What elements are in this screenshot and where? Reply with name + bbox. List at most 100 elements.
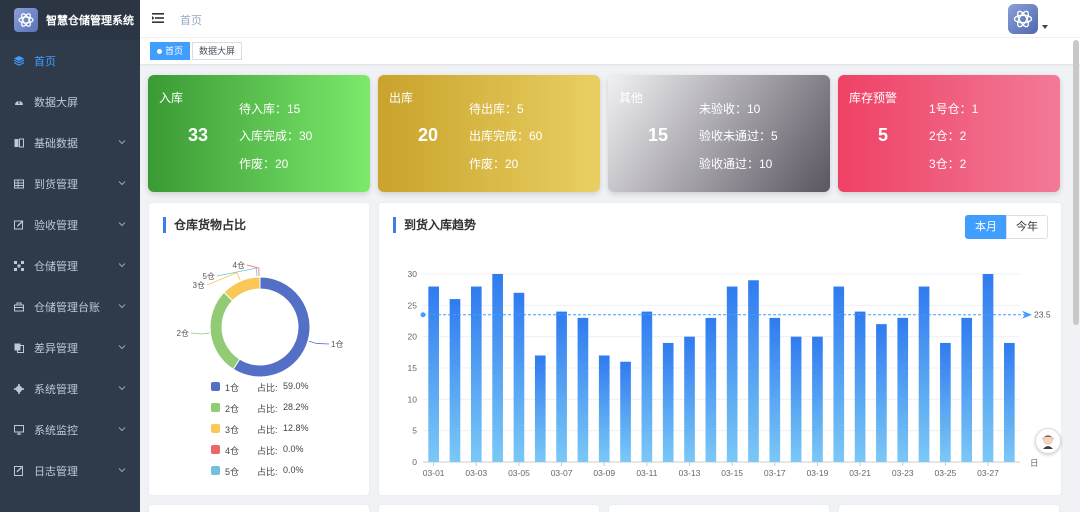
tag-data-screen[interactable]: 数据大屏 bbox=[192, 42, 243, 60]
bar[interactable] bbox=[449, 299, 461, 462]
tag-home[interactable]: 首页 bbox=[150, 42, 191, 60]
stat-card-0[interactable]: 入库 33 待入库：15 入库完成：30 作废：20 bbox=[148, 75, 370, 192]
sidebar-item-8[interactable]: 系统管理 bbox=[0, 368, 140, 409]
gear-icon bbox=[14, 383, 24, 394]
stat-card-3[interactable]: 库存预警 5 1号仓：1 2仓：2 3仓：2 bbox=[838, 75, 1060, 192]
bar[interactable] bbox=[748, 280, 759, 462]
bar[interactable] bbox=[470, 286, 482, 462]
sidebar-item-label: 到货管理 bbox=[34, 178, 78, 191]
bar[interactable] bbox=[641, 311, 653, 462]
sidebar-item-label: 验收管理 bbox=[34, 219, 78, 232]
bar[interactable] bbox=[961, 317, 973, 462]
active-dot-icon bbox=[157, 49, 162, 55]
pie-slice[interactable] bbox=[223, 276, 261, 302]
legend-ratio-label: 占比: bbox=[257, 383, 278, 393]
bar[interactable] bbox=[556, 311, 567, 462]
pie-slice[interactable] bbox=[209, 291, 241, 370]
stat-card-2[interactable]: 其他 15 未验收：10 验收未通过：5 验收通过：10 bbox=[608, 75, 830, 192]
bar[interactable] bbox=[620, 361, 631, 462]
x-tick-label: 03-17 bbox=[764, 468, 786, 478]
legend-swatch bbox=[211, 466, 220, 475]
stat-card-line: 验收未通过：5 bbox=[699, 129, 778, 143]
sidebar-item-label: 基础数据 bbox=[34, 137, 78, 150]
chevron-down-icon bbox=[118, 180, 126, 185]
stat-card-title: 入库 bbox=[159, 91, 184, 105]
bar[interactable] bbox=[876, 324, 887, 462]
stat-card-line: 未验收：10 bbox=[699, 102, 761, 116]
legend-ratio-label: 占比: bbox=[257, 425, 278, 435]
bar[interactable] bbox=[598, 355, 610, 462]
bar[interactable] bbox=[726, 286, 738, 462]
bar[interactable] bbox=[684, 336, 695, 462]
legend-percent: 0.0% bbox=[283, 465, 304, 475]
page-scrollbar[interactable] bbox=[1073, 40, 1079, 325]
sidebar-item-3[interactable]: 到货管理 bbox=[0, 163, 140, 204]
toggle-month-button[interactable]: 本月 bbox=[965, 215, 1007, 239]
bar[interactable] bbox=[854, 311, 866, 462]
sidebar-item-label: 日志管理 bbox=[34, 465, 78, 478]
sidebar-item-label: 系统监控 bbox=[34, 424, 78, 437]
sidebar-item-5[interactable]: 仓储管理 bbox=[0, 245, 140, 286]
bar[interactable] bbox=[513, 292, 525, 462]
bar[interactable] bbox=[705, 317, 717, 462]
top-header: 首页 bbox=[140, 0, 1080, 38]
bar[interactable] bbox=[662, 342, 674, 462]
bar[interactable] bbox=[1004, 342, 1015, 462]
legend-name: 1仓 bbox=[225, 383, 240, 393]
bar[interactable] bbox=[940, 342, 951, 462]
chevron-down-icon bbox=[118, 344, 126, 349]
pie-leader-line bbox=[190, 332, 210, 335]
y-tick-label: 5 bbox=[412, 426, 417, 436]
legend-swatch bbox=[211, 403, 220, 412]
legend-swatch bbox=[211, 445, 220, 454]
chevron-down-icon bbox=[118, 139, 126, 144]
stat-card-line: 出库完成：60 bbox=[469, 129, 543, 143]
sidebar-item-0[interactable]: 首页 bbox=[0, 40, 140, 81]
chevron-down-icon bbox=[118, 221, 126, 226]
hamburger-icon[interactable] bbox=[152, 13, 164, 23]
bar[interactable] bbox=[534, 355, 546, 462]
assistant-avatar-icon[interactable] bbox=[1035, 428, 1061, 454]
toggle-year-button[interactable]: 今年 bbox=[1006, 215, 1048, 239]
bar[interactable] bbox=[492, 274, 503, 462]
bar[interactable] bbox=[769, 317, 781, 462]
book-icon bbox=[14, 138, 24, 147]
bar[interactable] bbox=[833, 286, 845, 462]
briefcase-icon bbox=[14, 302, 24, 311]
y-tick-label: 30 bbox=[408, 269, 418, 279]
x-tick-label: 03-03 bbox=[465, 468, 487, 478]
x-unit-label: 日 bbox=[1030, 458, 1039, 468]
legend-percent: 0.0% bbox=[283, 444, 304, 454]
x-tick-label: 03-21 bbox=[849, 468, 871, 478]
sidebar-item-9[interactable]: 系统监控 bbox=[0, 409, 140, 450]
caret-down-icon[interactable] bbox=[1042, 25, 1048, 29]
grid-icon bbox=[14, 260, 24, 271]
bar[interactable] bbox=[918, 286, 930, 462]
sidebar-item-10[interactable]: 日志管理 bbox=[0, 450, 140, 491]
breadcrumb[interactable]: 首页 bbox=[180, 12, 202, 28]
brand: 智慧仓储管理系统 bbox=[0, 0, 140, 40]
stat-card-1[interactable]: 出库 20 待出库：5 出库完成：60 作废：20 bbox=[378, 75, 600, 192]
bar[interactable] bbox=[812, 336, 823, 462]
pie-slice-label: 1仓 bbox=[331, 339, 343, 349]
bar[interactable] bbox=[790, 336, 802, 462]
bar[interactable] bbox=[897, 317, 909, 462]
legend-ratio-label: 占比: bbox=[257, 467, 278, 477]
sidebar-item-7[interactable]: 差异管理 bbox=[0, 327, 140, 368]
sidebar-item-1[interactable]: 数据大屏 bbox=[0, 81, 140, 122]
legend-swatch bbox=[211, 382, 220, 391]
chevron-down-icon bbox=[118, 303, 126, 308]
pie-slice-label: 4仓 bbox=[233, 260, 245, 270]
bar[interactable] bbox=[982, 274, 994, 462]
legend-percent: 59.0% bbox=[283, 381, 309, 391]
sidebar-item-4[interactable]: 验收管理 bbox=[0, 204, 140, 245]
bar[interactable] bbox=[577, 317, 589, 462]
pie-panel: 仓库货物占比 1仓 2仓 3仓 4仓 5仓 1仓 占比: 59.0% 2仓 占比: 28.2% 3仓… bbox=[148, 202, 370, 496]
pie-slice-label: 3仓 bbox=[193, 280, 205, 290]
sidebar-item-6[interactable]: 仓储管理台账 bbox=[0, 286, 140, 327]
sidebar-item-2[interactable]: 基础数据 bbox=[0, 122, 140, 163]
dashboard-icon bbox=[15, 99, 23, 105]
avatar[interactable] bbox=[1008, 4, 1038, 34]
stat-card-line: 待入库：15 bbox=[239, 102, 301, 116]
bar[interactable] bbox=[428, 286, 439, 462]
